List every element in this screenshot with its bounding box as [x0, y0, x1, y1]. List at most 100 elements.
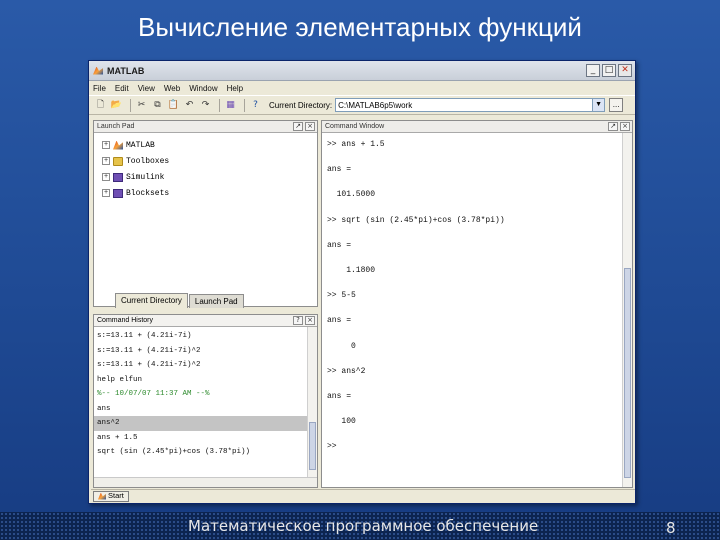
command-output-line: ans =: [327, 240, 352, 250]
menu-window[interactable]: Window: [189, 84, 217, 93]
copy-icon[interactable]: ⧉: [151, 99, 164, 112]
scrollbar-thumb[interactable]: [624, 268, 631, 478]
window-titlebar[interactable]: MATLAB _ □ ✕: [89, 61, 635, 81]
command-output-line: [327, 403, 632, 416]
close-icon[interactable]: ×: [305, 122, 315, 131]
command-output-line: [327, 252, 632, 265]
simulink-block-icon: [113, 188, 123, 198]
command-output-line: [327, 353, 632, 366]
tree-item-blocksets[interactable]: + Blocksets: [94, 185, 317, 201]
matlab-logo-icon: [98, 492, 106, 500]
maximize-button[interactable]: □: [602, 64, 616, 77]
command-prompt-line: >> ans^2: [327, 366, 366, 376]
tree-item-simulink[interactable]: + Simulink: [94, 169, 317, 185]
menu-view[interactable]: View: [138, 84, 155, 93]
toolbar-separator: [130, 98, 131, 112]
history-item[interactable]: ans: [94, 402, 317, 417]
new-icon[interactable]: 🗋: [94, 99, 107, 112]
window-title: MATLAB: [107, 65, 145, 76]
command-window-header: Command Window ↗ ×: [322, 121, 632, 133]
expand-icon[interactable]: +: [102, 189, 110, 197]
command-output-line: ans =: [327, 316, 352, 326]
slide-title: Вычисление элементарных функций: [138, 12, 582, 42]
matlab-logo-icon: [113, 140, 123, 150]
folder-icon: [113, 156, 123, 166]
history-item[interactable]: ans + 1.5: [94, 431, 317, 446]
help-icon[interactable]: ?: [249, 99, 262, 112]
command-output-line: [327, 227, 632, 240]
menu-file[interactable]: File: [93, 84, 106, 93]
history-horizontal-scrollbar[interactable]: [94, 477, 317, 487]
start-label: Start: [108, 491, 124, 500]
browse-directory-button[interactable]: ...: [609, 98, 624, 112]
command-output-line: ans =: [327, 165, 352, 175]
command-history-pane: Command History ? × s:=13.11 + (4.21i-7i…: [93, 314, 318, 488]
command-window-scrollbar[interactable]: [622, 133, 632, 487]
footer-text: Математическое программное обеспечение: [188, 517, 539, 535]
toolbar: 🗋 📂 ✂ ⧉ 📋 ↶ ↷ ▦ ? Current Directory: C:\…: [89, 95, 635, 115]
cut-icon[interactable]: ✂: [135, 99, 148, 112]
scrollbar-thumb[interactable]: [309, 422, 316, 470]
command-output-line: ans =: [327, 391, 352, 401]
command-output-line: 100: [327, 417, 356, 427]
simulink-block-icon: [113, 172, 123, 182]
command-output-line: 101.5000: [327, 190, 376, 200]
command-output-line: [327, 378, 632, 391]
tab-launch-pad[interactable]: Launch Pad: [188, 294, 244, 308]
open-icon[interactable]: 📂: [110, 99, 123, 112]
history-item[interactable]: s:=13.11 + (4.21i-7i)^2: [94, 344, 317, 359]
tree-item-label: Blocksets: [126, 188, 170, 198]
redo-icon[interactable]: ↷: [199, 99, 212, 112]
minimize-button[interactable]: _: [586, 64, 600, 77]
command-window-output[interactable]: >> ans + 1.5 ans = 101.5000 >> sqrt (sin (…: [322, 133, 632, 454]
launch-pad-pane: Launch Pad ↗ × + MATLAB + Toolboxes + Si…: [93, 120, 318, 307]
undock-icon[interactable]: ?: [293, 316, 303, 325]
tree-item-toolboxes[interactable]: + Toolboxes: [94, 153, 317, 169]
matlab-window: MATLAB _ □ ✕ File Edit View Web Window H…: [88, 60, 636, 504]
undock-icon[interactable]: ↗: [293, 122, 303, 131]
close-icon[interactable]: ×: [305, 316, 315, 325]
current-directory-select[interactable]: C:\MATLAB6p5\work ▼: [335, 98, 606, 112]
tree-item-label: Simulink: [126, 172, 165, 182]
close-icon[interactable]: ×: [620, 122, 630, 131]
menu-help[interactable]: Help: [227, 84, 243, 93]
expand-icon[interactable]: +: [102, 141, 110, 149]
history-item[interactable]: s:=13.11 + (4.21i-7i): [94, 329, 317, 344]
command-history-header: Command History ? ×: [94, 315, 317, 327]
current-directory-value: C:\MATLAB6p5\work: [338, 100, 413, 110]
command-output-line: [327, 278, 632, 291]
history-item[interactable]: help elfun: [94, 373, 317, 388]
command-window-pane: Command Window ↗ × >> ans + 1.5 ans = 101…: [321, 120, 633, 488]
close-button[interactable]: ✕: [618, 64, 632, 77]
history-session-marker: %-- 10/07/07 11:37 AM --%: [97, 390, 210, 398]
chevron-down-icon[interactable]: ▼: [592, 99, 605, 111]
tree-item-label: Toolboxes: [126, 156, 170, 166]
start-button[interactable]: Start: [93, 490, 129, 502]
command-output-line: [327, 429, 632, 442]
simulink-icon[interactable]: ▦: [224, 99, 237, 112]
undock-icon[interactable]: ↗: [608, 122, 618, 131]
menu-bar: File Edit View Web Window Help: [89, 81, 635, 95]
history-vertical-scrollbar[interactable]: [307, 327, 317, 477]
command-prompt-line: >> 5-5: [327, 291, 356, 301]
command-output-line: [327, 152, 632, 165]
launch-pad-title: Launch Pad: [97, 123, 135, 130]
history-item-selected[interactable]: ans^2: [94, 416, 317, 431]
history-item[interactable]: sqrt (sin (2.45*pi)+cos (3.78*pi)): [94, 445, 317, 460]
undo-icon[interactable]: ↶: [183, 99, 196, 112]
tab-current-directory[interactable]: Current Directory: [115, 293, 188, 308]
menu-web[interactable]: Web: [164, 84, 180, 93]
command-output-line: [327, 328, 632, 341]
current-directory-label: Current Directory:: [269, 100, 333, 110]
command-history-list: s:=13.11 + (4.21i-7i) s:=13.11 + (4.21i-…: [94, 327, 317, 460]
command-output-line: [327, 303, 632, 316]
history-item[interactable]: s:=13.11 + (4.21i-7i)^2: [94, 358, 317, 373]
expand-icon[interactable]: +: [102, 157, 110, 165]
menu-edit[interactable]: Edit: [115, 84, 129, 93]
expand-icon[interactable]: +: [102, 173, 110, 181]
tree-item-matlab[interactable]: + MATLAB: [94, 137, 317, 153]
tree-item-label: MATLAB: [126, 140, 155, 150]
command-window-title: Command Window: [325, 123, 385, 130]
matlab-logo-icon: [92, 65, 104, 77]
paste-icon[interactable]: 📋: [167, 99, 180, 112]
